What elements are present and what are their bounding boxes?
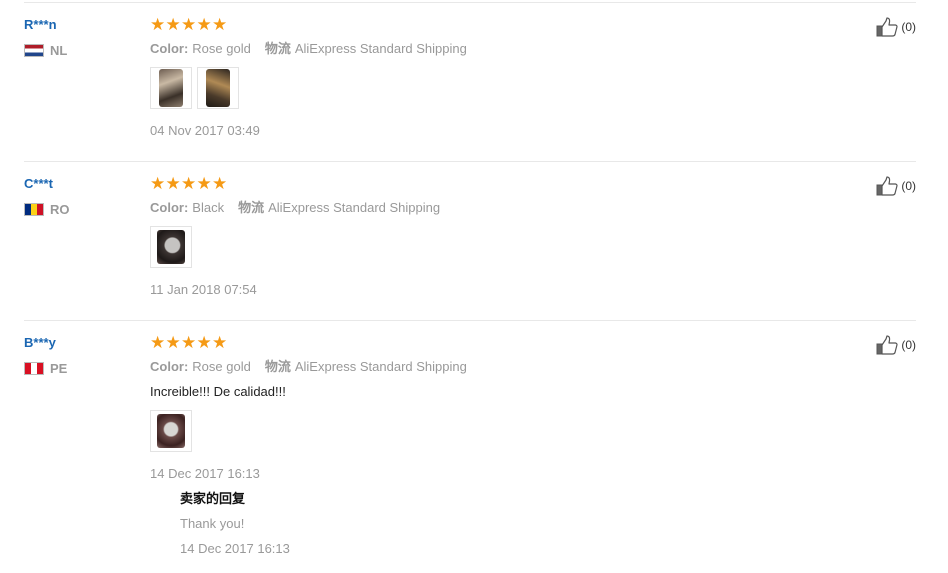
review-photos [150, 410, 856, 452]
shipping-value: AliExpress Standard Shipping [294, 41, 467, 56]
color-value: Black [192, 200, 225, 215]
thumbs-up-icon [876, 17, 898, 37]
star-icon: ★ [196, 174, 212, 193]
helpful-button[interactable]: (0) [876, 17, 916, 37]
review-date: 11 Jan 2018 07:54 [150, 282, 257, 297]
flag-pe-icon [24, 362, 44, 375]
star-icon: ★ [196, 333, 212, 352]
watch-photo-image [159, 69, 183, 107]
review-content: ★ ★ ★ ★ ★ Color: Rose gold 物流 AliExpress Sta… [150, 15, 856, 139]
review-content: ★ ★ ★ ★ ★ Color: Black 物流 AliExpress Standar… [150, 174, 856, 298]
star-rating: ★ ★ ★ ★ ★ [150, 15, 856, 34]
review-feedback-text: Increible!!! De calidad!!! [150, 384, 286, 399]
reviewer-info: C***t RO [24, 176, 70, 217]
watch-photo-image [157, 414, 185, 448]
star-rating: ★ ★ ★ ★ ★ [150, 333, 856, 352]
star-icon: ★ [165, 15, 181, 34]
review-date: 04 Nov 2017 03:49 [150, 123, 260, 138]
thumbs-up-icon [876, 176, 898, 196]
seller-reply: 卖家的回复 Thank you! 14 Dec 2017 16:13 [180, 491, 290, 557]
shipping-value: AliExpress Standard Shipping [294, 359, 467, 374]
color-label: Color: [150, 359, 189, 374]
logistics-label: 物流 [264, 359, 291, 374]
reviewer-country: PE [24, 361, 67, 376]
helpful-button[interactable]: (0) [876, 176, 916, 196]
review-item: B***y PE ★ ★ ★ ★ ★ Color: Rose gold 物流 AliEx… [24, 321, 916, 571]
logistics-label: 物流 [264, 41, 291, 56]
star-icon: ★ [181, 15, 197, 34]
review-content: ★ ★ ★ ★ ★ Color: Rose gold 物流 AliExpress Sta… [150, 333, 856, 482]
star-icon: ★ [212, 333, 228, 352]
seller-reply-text: Thank you! [180, 516, 245, 531]
seller-reply-date: 14 Dec 2017 16:13 [180, 541, 290, 556]
reviewer-name[interactable]: C***t [24, 176, 70, 192]
review-photo-thumbnail[interactable] [150, 67, 192, 109]
country-code: PE [50, 361, 68, 376]
color-label: Color: [150, 41, 189, 56]
reviewer-country: RO [24, 202, 70, 217]
star-icon: ★ [150, 15, 166, 34]
logistics-label: 物流 [238, 200, 265, 215]
helpful-button[interactable]: (0) [876, 335, 916, 355]
star-icon: ★ [181, 333, 197, 352]
flag-nl-icon [24, 44, 44, 57]
review-meta: Color: Rose gold 物流 AliExpress Standard … [150, 359, 856, 375]
star-rating: ★ ★ ★ ★ ★ [150, 174, 856, 193]
review-item: R***n NL ★ ★ ★ ★ ★ Color: Rose gold 物流 AliEx… [24, 3, 916, 162]
color-value: Rose gold [192, 41, 251, 56]
review-date: 14 Dec 2017 16:13 [150, 466, 260, 481]
reviewer-name[interactable]: R***n [24, 17, 67, 33]
review-photos [150, 67, 856, 109]
reviewer-country: NL [24, 43, 67, 58]
seller-reply-title: 卖家的回复 [180, 491, 246, 506]
color-label: Color: [150, 200, 189, 215]
thumbs-up-icon [876, 335, 898, 355]
helpful-count: (0) [901, 338, 916, 352]
reviewer-info: B***y PE [24, 335, 67, 376]
country-code: RO [50, 202, 70, 217]
star-icon: ★ [181, 174, 197, 193]
review-photo-thumbnail[interactable] [150, 410, 192, 452]
star-icon: ★ [150, 333, 166, 352]
helpful-count: (0) [901, 20, 916, 34]
star-icon: ★ [212, 174, 228, 193]
flag-ro-icon [24, 203, 44, 216]
reviewer-info: R***n NL [24, 17, 67, 58]
review-photos [150, 226, 856, 268]
star-icon: ★ [165, 174, 181, 193]
star-icon: ★ [150, 174, 166, 193]
watch-photo-image [206, 69, 230, 107]
country-code: NL [50, 43, 68, 58]
star-icon: ★ [212, 15, 228, 34]
review-meta: Color: Black 物流 AliExpress Standard Ship… [150, 200, 856, 216]
review-item: C***t RO ★ ★ ★ ★ ★ Color: Black 物流 AliExpres… [24, 162, 916, 321]
watch-photo-image [157, 230, 185, 264]
helpful-count: (0) [901, 179, 916, 193]
color-value: Rose gold [192, 359, 251, 374]
review-list: R***n NL ★ ★ ★ ★ ★ Color: Rose gold 物流 AliEx… [24, 2, 916, 571]
star-icon: ★ [165, 333, 181, 352]
review-meta: Color: Rose gold 物流 AliExpress Standard … [150, 41, 856, 57]
star-icon: ★ [196, 15, 212, 34]
review-photo-thumbnail[interactable] [197, 67, 239, 109]
shipping-value: AliExpress Standard Shipping [268, 200, 441, 215]
review-photo-thumbnail[interactable] [150, 226, 192, 268]
reviewer-name[interactable]: B***y [24, 335, 67, 351]
